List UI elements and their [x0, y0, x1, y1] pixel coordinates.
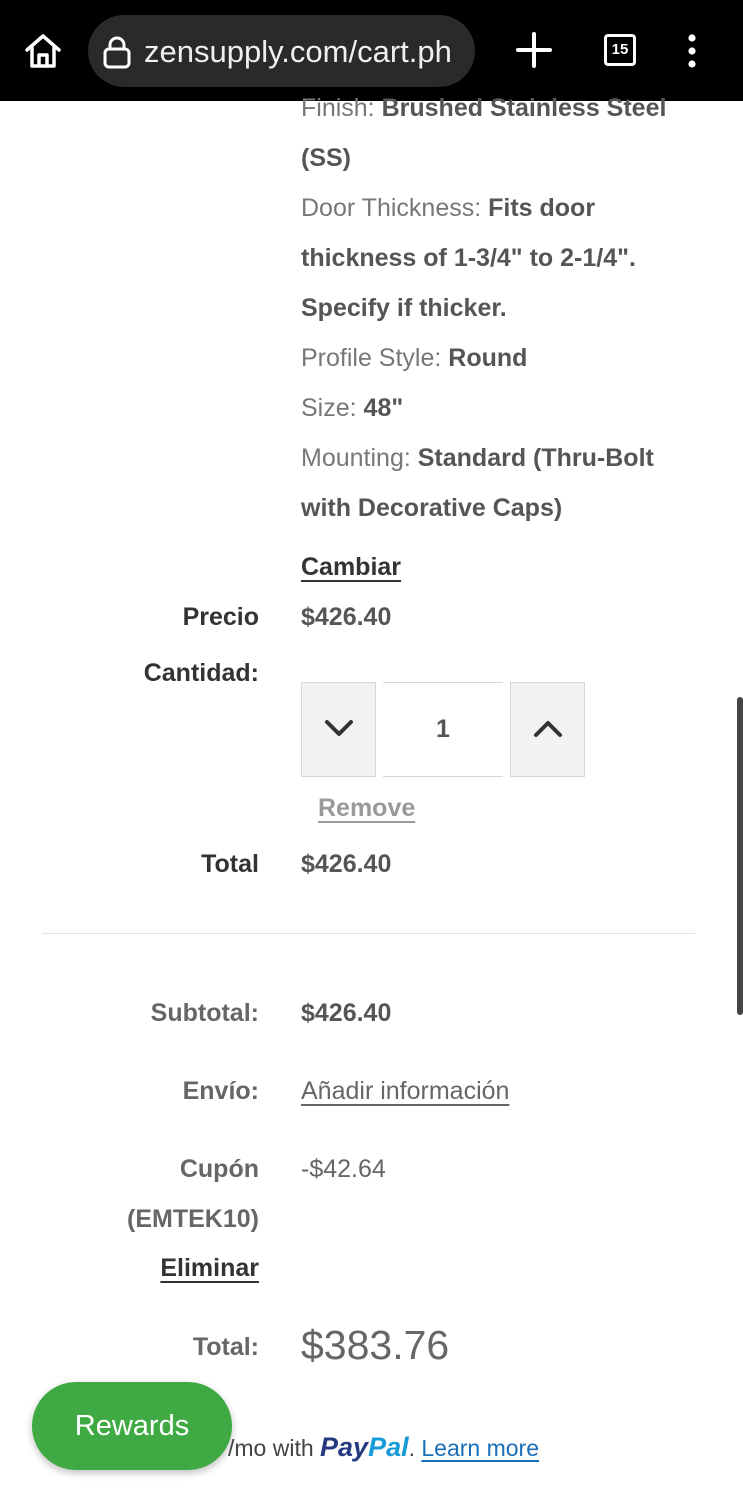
chevron-up-icon — [534, 721, 562, 737]
rewards-button[interactable]: Rewards — [32, 1382, 232, 1470]
coupon-value: -$42.64 — [301, 1155, 386, 1183]
change-options-link[interactable]: Cambiar — [301, 553, 401, 582]
option-size: Size: 48" — [301, 394, 404, 422]
item-total-label: Total — [201, 850, 259, 878]
option-door-thickness-cont: thickness of 1-3/4" to 2-1/4". — [301, 244, 636, 272]
add-shipping-info-link[interactable]: Añadir información — [301, 1077, 509, 1106]
coupon-code: (EMTEK10) — [127, 1205, 259, 1233]
subtotal-label: Subtotal: — [150, 999, 259, 1027]
paypal-logo: PayPal — [320, 1432, 409, 1462]
price-value: $426.40 — [301, 603, 392, 631]
quantity-input[interactable]: 1 — [383, 682, 503, 777]
option-finish-cont: (SS) — [301, 144, 351, 172]
plus-icon[interactable] — [515, 31, 553, 69]
grand-total-label: Total: — [192, 1333, 259, 1361]
option-mounting-cont: with Decorative Caps) — [301, 494, 563, 522]
option-door-thickness-cont2: Specify if thicker. — [301, 294, 507, 322]
scrollbar[interactable] — [737, 697, 743, 1015]
price-label: Precio — [182, 603, 259, 631]
option-finish: Finish: Brushed Stainless Steel — [301, 94, 667, 122]
learn-more-link[interactable]: Learn more — [421, 1435, 539, 1461]
quantity-label: Cantidad: — [143, 659, 259, 687]
grand-total-value: $383.76 — [301, 1322, 450, 1368]
divider — [42, 933, 695, 934]
chevron-down-icon — [325, 720, 353, 736]
home-icon[interactable] — [22, 30, 64, 72]
remove-item-link[interactable]: Remove — [318, 794, 415, 823]
shipping-label: Envío: — [182, 1077, 259, 1105]
coupon-label: Cupón — [179, 1155, 259, 1183]
more-vert-icon[interactable] — [684, 34, 700, 68]
option-profile-style: Profile Style: Round — [301, 344, 528, 372]
address-bar[interactable]: zensupply.com/cart.ph — [88, 15, 475, 87]
subtotal-value: $426.40 — [301, 999, 392, 1027]
remove-coupon-link[interactable]: Eliminar — [160, 1254, 259, 1283]
url-text[interactable]: zensupply.com/cart.ph — [144, 34, 452, 70]
option-mounting: Mounting: Standard (Thru-Bolt — [301, 444, 654, 472]
option-door-thickness: Door Thickness: Fits door — [301, 194, 596, 222]
quantity-decrease-button[interactable] — [301, 682, 376, 777]
lock-icon[interactable] — [100, 35, 134, 69]
item-total-value: $426.40 — [301, 850, 392, 878]
tab-switcher-icon[interactable]: 15 — [604, 34, 636, 66]
quantity-increase-button[interactable] — [510, 682, 585, 777]
